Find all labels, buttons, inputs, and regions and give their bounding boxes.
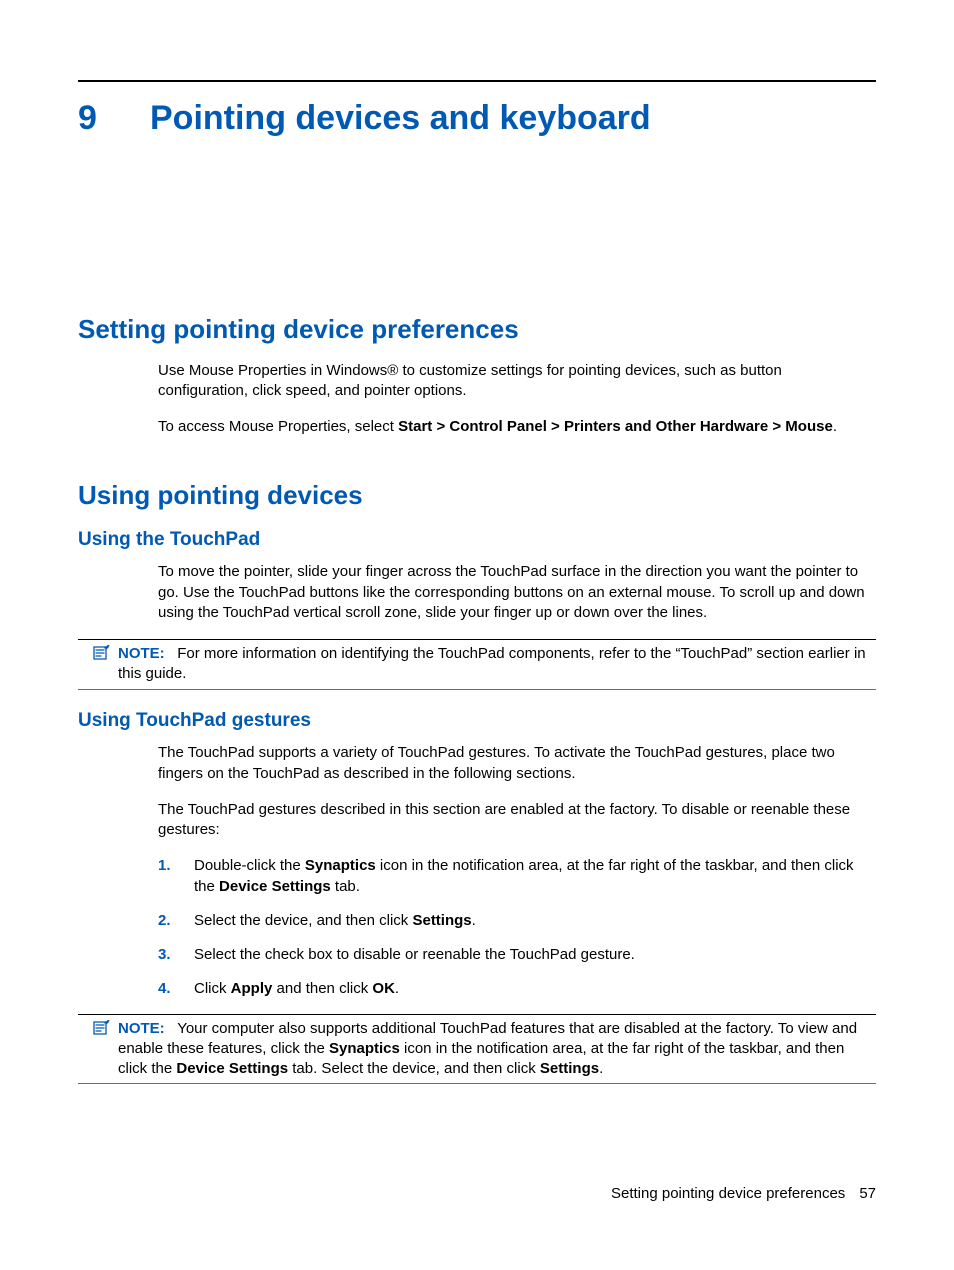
- ui-path: Start > Control Panel > Printers and Oth…: [398, 418, 833, 435]
- bold: Apply: [231, 980, 273, 997]
- document-page: 9 Pointing devices and keyboard Setting …: [0, 0, 954, 1270]
- text: tab.: [331, 878, 360, 895]
- bold: Device Settings: [176, 1060, 288, 1077]
- note-icon: [78, 1019, 118, 1080]
- note-text: NOTE: For more information on identifyin…: [118, 644, 876, 685]
- footer-text: Setting pointing device preferences: [611, 1185, 845, 1202]
- step-number: 2.: [158, 911, 171, 931]
- sub2-body: The TouchPad supports a variety of Touch…: [158, 743, 876, 840]
- steps-list: 1. Double-click the Synaptics icon in th…: [158, 856, 876, 999]
- para: To move the pointer, slide your finger a…: [158, 562, 876, 623]
- page-footer: Setting pointing device preferences 57: [611, 1184, 876, 1204]
- text: .: [599, 1060, 603, 1077]
- subsection-gestures: Using TouchPad gestures: [78, 708, 876, 734]
- subsection-touchpad: Using the TouchPad: [78, 527, 876, 553]
- text: Select the check box to disable or reena…: [194, 946, 635, 963]
- note-text: NOTE: Your computer also supports additi…: [118, 1019, 876, 1080]
- note-body: For more information on identifying the …: [118, 645, 866, 682]
- note-label: NOTE:: [118, 645, 165, 662]
- top-rule: [78, 80, 876, 82]
- chapter-heading: 9 Pointing devices and keyboard: [78, 96, 876, 142]
- section-heading-using: Using pointing devices: [78, 478, 876, 513]
- note-gestures: NOTE: Your computer also supports additi…: [78, 1014, 876, 1085]
- page-number: 57: [859, 1185, 876, 1202]
- step-item: 3. Select the check box to disable or re…: [158, 945, 876, 965]
- bold: Settings: [540, 1060, 599, 1077]
- bold: Synaptics: [305, 857, 376, 874]
- step-number: 3.: [158, 945, 171, 965]
- para: Use Mouse Properties in Windows® to cust…: [158, 361, 876, 402]
- bold: OK: [372, 980, 395, 997]
- chapter-number: 9: [78, 96, 150, 142]
- note-label: NOTE:: [118, 1020, 165, 1037]
- bold: Settings: [412, 912, 471, 929]
- bold: Device Settings: [219, 878, 331, 895]
- text: To access Mouse Properties, select: [158, 418, 398, 435]
- chapter-title: Pointing devices and keyboard: [150, 96, 651, 142]
- text: tab. Select the device, and then click: [288, 1060, 540, 1077]
- note-icon: [78, 644, 118, 685]
- para: To access Mouse Properties, select Start…: [158, 417, 876, 437]
- sub1-body: To move the pointer, slide your finger a…: [158, 562, 876, 623]
- para: The TouchPad gestures described in this …: [158, 800, 876, 841]
- bold: Synaptics: [329, 1040, 400, 1057]
- step-item: 1. Double-click the Synaptics icon in th…: [158, 856, 876, 897]
- text: and then click: [272, 980, 372, 997]
- note-touchpad: NOTE: For more information on identifyin…: [78, 639, 876, 690]
- text: .: [833, 418, 837, 435]
- text: Select the device, and then click: [194, 912, 412, 929]
- text: .: [395, 980, 399, 997]
- text: .: [472, 912, 476, 929]
- section1-body: Use Mouse Properties in Windows® to cust…: [158, 361, 876, 438]
- para: The TouchPad supports a variety of Touch…: [158, 743, 876, 784]
- text: Click: [194, 980, 231, 997]
- section-heading-preferences: Setting pointing device preferences: [78, 312, 876, 347]
- step-number: 4.: [158, 979, 171, 999]
- step-item: 2. Select the device, and then click Set…: [158, 911, 876, 931]
- step-item: 4. Click Apply and then click OK.: [158, 979, 876, 999]
- step-number: 1.: [158, 856, 171, 876]
- text: Double-click the: [194, 857, 305, 874]
